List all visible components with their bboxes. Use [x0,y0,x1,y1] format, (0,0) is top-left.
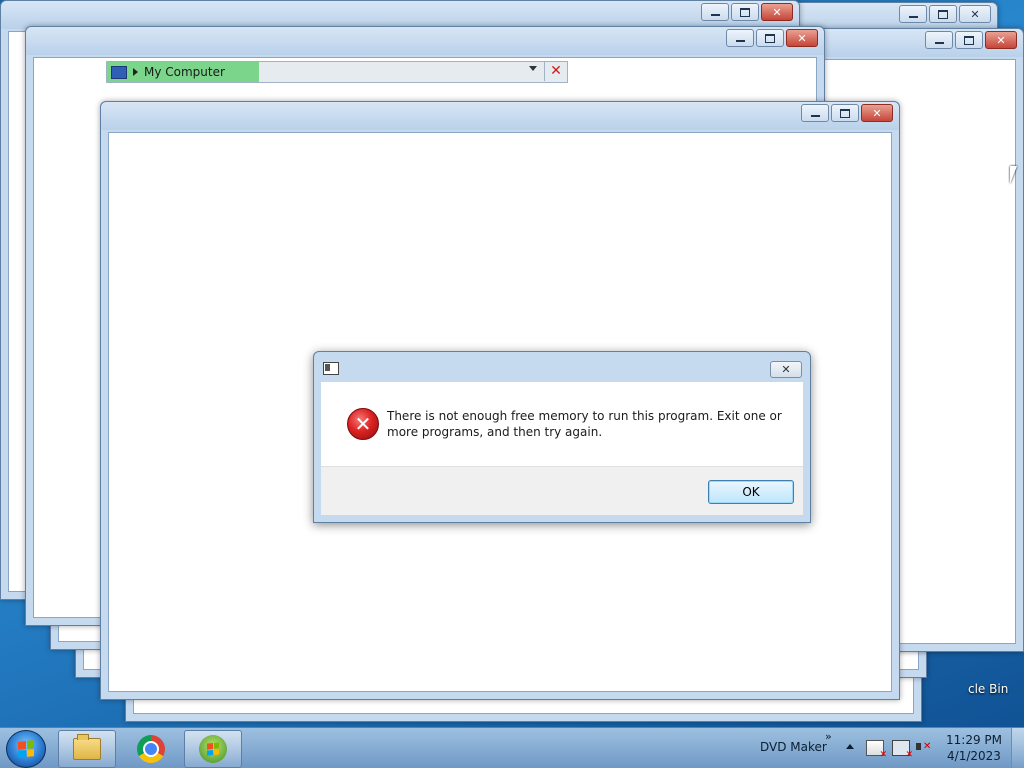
maximize-icon [840,108,850,118]
ok-button[interactable]: OK [708,480,794,504]
close-icon: ✕ [996,33,1006,47]
breadcrumb-arrow-icon[interactable] [133,68,138,76]
address-location[interactable]: My Computer [144,65,225,79]
window-controls: ✕ [701,3,793,21]
taskbar-windows-button[interactable] [184,730,242,768]
minimize-icon [710,14,720,16]
close-button[interactable]: ✕ [861,104,893,122]
dialog-titlebar[interactable]: ✕ [314,352,810,380]
minimize-icon [810,115,820,117]
address-bar[interactable]: My Computer ✕ [106,61,568,83]
recycle-bin-label[interactable]: cle Bin [968,682,1008,696]
show-hidden-icons-icon[interactable] [846,744,854,749]
minimize-icon [735,40,745,42]
network-icon[interactable] [892,740,913,760]
start-button[interactable] [6,730,46,768]
system-clock[interactable]: 11:29 PM 4/1/2023 [940,732,1008,764]
window-controls: ✕ [899,5,991,23]
mouse-cursor-icon [1010,166,1017,184]
close-icon: ✕ [781,363,791,376]
folder-icon [73,734,101,760]
error-icon: ✕ [347,408,379,440]
close-button[interactable]: ✕ [985,31,1017,49]
window-controls: ✕ [801,104,893,122]
windows-orb-icon [199,735,227,763]
window-titlebar[interactable]: ✕ [1,1,799,29]
minimize-icon [934,42,944,44]
minimize-button[interactable] [701,3,729,21]
maximize-icon [964,35,974,45]
error-dialog[interactable]: ✕ ✕ There is not enough free memory to r… [313,351,811,523]
minimize-button[interactable] [925,31,953,49]
maximize-icon [740,7,750,17]
close-button[interactable]: ✕ [761,3,793,21]
minimize-icon [908,16,918,18]
dialog-message: There is not enough free memory to run t… [387,409,782,439]
window-titlebar[interactable]: ✕ [26,27,824,55]
action-center-icon[interactable] [866,740,887,760]
close-button[interactable]: ✕ [786,29,818,47]
computer-icon [111,65,127,79]
start-orb-icon [18,740,34,758]
window-controls: ✕ [925,31,1017,49]
minimize-button[interactable] [801,104,829,122]
chrome-icon [137,735,165,763]
app-icon [323,362,339,375]
close-icon: ✕ [772,5,782,19]
maximize-button[interactable] [731,3,759,21]
maximize-button[interactable] [955,31,983,49]
show-desktop-button[interactable] [1011,728,1024,768]
maximize-button[interactable] [831,104,859,122]
stop-loading-icon[interactable]: ✕ [544,61,567,81]
toolbar-chevron-icon[interactable]: » [825,730,832,743]
maximize-button[interactable] [756,29,784,47]
address-dropdown-icon[interactable] [529,66,537,71]
dvd-maker-toolbar[interactable]: DVD Maker [760,740,827,754]
volume-icon[interactable] [916,740,932,754]
window-controls: ✕ [726,29,818,47]
maximize-icon [938,9,948,19]
taskbar-chrome-button[interactable] [122,730,180,768]
close-button[interactable]: ✕ [959,5,991,23]
minimize-button[interactable] [726,29,754,47]
clock-date: 4/1/2023 [947,749,1001,763]
close-icon: ✕ [970,7,980,21]
taskbar: DVD Maker » 11:29 PM 4/1/2023 [0,727,1024,768]
dialog-footer: OK [321,466,803,515]
maximize-button[interactable] [929,5,957,23]
dialog-close-button[interactable]: ✕ [770,361,802,378]
window-titlebar[interactable]: ✕ [101,102,899,130]
close-icon: ✕ [797,31,807,45]
maximize-icon [765,33,775,43]
minimize-button[interactable] [899,5,927,23]
close-icon: ✕ [872,106,882,120]
dialog-body: ✕ There is not enough free memory to run… [321,382,803,466]
clock-time: 11:29 PM [946,733,1002,747]
taskbar-explorer-button[interactable] [58,730,116,768]
